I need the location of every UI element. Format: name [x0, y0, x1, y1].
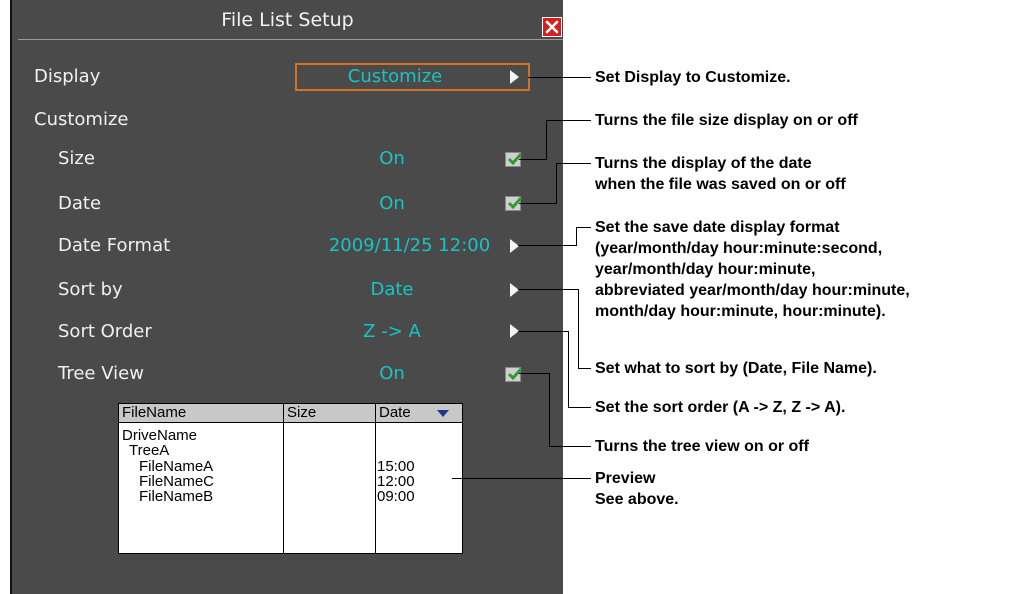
leader-line: [549, 446, 591, 447]
leader-line: [528, 77, 591, 78]
leader-line: [452, 478, 591, 479]
dialog-title: File List Setup: [221, 9, 354, 31]
note-display: Set Display to Customize.: [595, 69, 791, 86]
note-format-line1: Set the save date display format: [595, 219, 840, 236]
preview-header-date: Date: [379, 404, 411, 421]
leader-line: [578, 368, 591, 369]
leader-line: [568, 331, 569, 408]
sort-by-arrow-icon[interactable]: [510, 283, 519, 297]
date-format-value: 2009/11/25 12:00: [328, 235, 491, 256]
note-tree-view: Turns the tree view on or off: [595, 438, 809, 455]
preview-file-date: 15:00: [377, 458, 415, 475]
preview-tree-name: TreeA: [129, 442, 170, 459]
preview-file-name: FileNameB: [139, 488, 214, 505]
check-icon: [507, 197, 523, 210]
note-date-line2: when the file was saved on or off: [595, 176, 846, 193]
leader-line: [546, 120, 591, 121]
customize-label: Customize: [34, 109, 129, 130]
leader-line: [576, 227, 577, 246]
sort-by-label: Sort by: [58, 279, 123, 300]
note-sort-order: Set the sort order (A -> Z, Z -> A).: [595, 399, 846, 416]
tree-view-checkbox[interactable]: [505, 367, 523, 382]
display-arrow-icon[interactable]: [510, 70, 519, 84]
leader-line: [519, 159, 546, 160]
note-format-line4: abbreviated year/month/day hour:minute,: [595, 282, 910, 299]
leader-line: [549, 373, 550, 446]
preview-column-divider: [375, 404, 376, 553]
preview-column-divider: [283, 404, 284, 553]
sort-by-value: Date: [370, 279, 414, 300]
leader-line: [519, 373, 549, 374]
note-preview-line1: Preview: [595, 470, 656, 487]
leader-line: [556, 163, 557, 204]
leader-line: [576, 227, 591, 228]
leader-line: [518, 289, 578, 290]
check-icon: [507, 153, 523, 166]
preview-header: FileName Size Date: [119, 404, 462, 423]
leader-line: [518, 245, 576, 246]
date-value: On: [379, 193, 405, 214]
title-divider: [18, 39, 563, 40]
preview-file-date: 09:00: [377, 488, 415, 505]
leader-line: [556, 163, 591, 164]
sort-order-value: Z -> A: [363, 321, 421, 342]
note-date-line1: Turns the display of the date: [595, 155, 812, 172]
date-format-label: Date Format: [58, 235, 171, 256]
display-value: Customize: [347, 66, 443, 87]
tree-view-label: Tree View: [58, 363, 144, 384]
preview-file-name: FileNameC: [139, 473, 215, 490]
leader-line: [546, 120, 547, 160]
leader-line: [578, 289, 579, 369]
note-sort-by: Set what to sort by (Date, File Name).: [595, 360, 877, 377]
sort-descending-icon: [437, 410, 449, 417]
preview-file-date: 12:00: [377, 473, 415, 490]
file-list-setup-dialog: File List Setup Display Customize Custom…: [10, 0, 563, 594]
leader-line: [518, 331, 568, 332]
date-label: Date: [58, 193, 102, 214]
note-preview-line2: See above.: [595, 491, 679, 508]
note-format-line5: month/day hour:minute, hour:minute).: [595, 303, 886, 320]
leader-line: [568, 407, 591, 408]
display-label: Display: [34, 66, 101, 87]
note-format-line2: (year/month/day hour:minute:second,: [595, 240, 883, 257]
date-format-arrow-icon[interactable]: [510, 239, 519, 253]
leader-line: [519, 203, 556, 204]
preview-header-size: Size: [287, 404, 317, 421]
size-label: Size: [58, 148, 95, 169]
close-button[interactable]: [542, 17, 562, 37]
file-list-preview: FileName Size Date DriveName TreeA FileN…: [118, 403, 463, 554]
size-value: On: [379, 148, 405, 169]
tree-view-value: On: [379, 363, 405, 384]
preview-file-name: FileNameA: [139, 458, 214, 475]
preview-drive-name: DriveName: [122, 427, 198, 444]
note-format-line3: year/month/day hour:minute,: [595, 261, 816, 278]
sort-order-label: Sort Order: [58, 321, 152, 342]
close-icon: [545, 20, 559, 34]
preview-header-filename: FileName: [122, 404, 187, 421]
note-size: Turns the file size display on or off: [595, 112, 858, 129]
